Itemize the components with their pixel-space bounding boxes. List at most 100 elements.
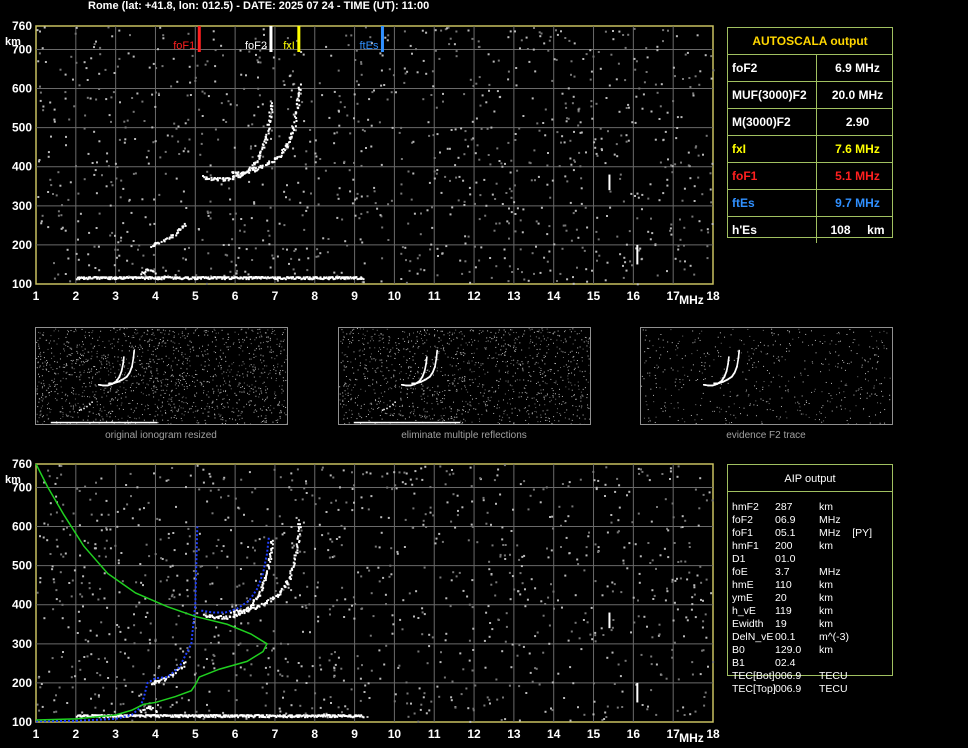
x-tick-label: 2 xyxy=(72,727,79,741)
autoscala-row-h-es: h'Es 108 km xyxy=(728,217,892,243)
aip-row: foE 3.7 MHz xyxy=(732,566,841,579)
aip-row: Ewidth 19 km xyxy=(732,618,833,631)
aip-param: foF2 xyxy=(732,514,754,526)
x-tick-label: 6 xyxy=(232,727,239,741)
aip-unit: TECU xyxy=(819,670,848,682)
x-tick-label: 16 xyxy=(627,727,641,741)
x-tick-label: 11 xyxy=(428,727,441,741)
autoscala-param: fxI xyxy=(728,136,817,162)
aip-unit: km xyxy=(819,540,833,552)
x-tick-label: 2 xyxy=(72,289,79,303)
x-tick-label: 10 xyxy=(388,289,402,303)
marker-label-fof2: foF2 xyxy=(245,40,267,52)
aip-row: hmF2 287 km xyxy=(732,501,833,514)
x-tick-label: 6 xyxy=(232,289,239,303)
aip-param: ymE xyxy=(732,592,753,604)
x-tick-label: 7 xyxy=(272,289,279,303)
aip-value: 01.0 xyxy=(775,553,796,565)
aip-value: 00.1 xyxy=(775,631,796,643)
thumbnail-multiple-reflections xyxy=(338,327,591,425)
aip-value: 19 xyxy=(775,618,787,630)
lower-ionogram-chart: 1 2 3 4 5 6 7 8 9 10 11 12 13 14 15 16 17 181002003004005… xyxy=(5,457,720,745)
x-tick-label: 13 xyxy=(507,727,521,741)
aip-value: 3.7 xyxy=(775,566,790,578)
x-tick-label: 8 xyxy=(311,289,318,303)
aip-title: AIP output xyxy=(728,465,892,492)
aip-param: hmF2 xyxy=(732,501,759,513)
x-tick-label: 12 xyxy=(467,727,481,741)
page-title: Rome (lat: +41.8, lon: 012.5) - DATE: 20… xyxy=(88,0,430,12)
autoscala-output-panel: AUTOSCALA output foF2 6.9 MHz MUF(3000)F2 2… xyxy=(727,27,893,243)
autoscala-value: 20.0 MHz xyxy=(831,88,884,102)
y-tick-label: 500 xyxy=(12,559,32,573)
aip-param: foE xyxy=(732,566,748,578)
x-tick-label: 18 xyxy=(706,727,720,741)
autoscala-row-m-3000-f2: M(3000)F2 2.90 xyxy=(728,109,892,136)
y-tick-label: 300 xyxy=(12,637,32,651)
aip-param: foF1 xyxy=(732,527,754,539)
aip-row: TEC[Bot]006.9 TECU xyxy=(732,670,848,683)
aip-unit: km xyxy=(819,644,833,656)
thumbnail-original xyxy=(35,327,288,425)
y-tick-label: 100 xyxy=(12,715,32,729)
autoscala-value: 6.9 MHz xyxy=(835,61,880,75)
x-tick-label: 1 xyxy=(33,289,40,303)
autoscala-value: 9.7 MHz xyxy=(835,196,880,210)
autoscala-param: MUF(3000)F2 xyxy=(728,82,817,108)
aip-value: 006.9 xyxy=(775,670,802,682)
marker-label-fof1: foF1 xyxy=(173,40,195,52)
x-tick-label: 18 xyxy=(706,289,720,303)
y-tick-label: 400 xyxy=(12,598,32,612)
x-tick-label: 4 xyxy=(152,727,159,741)
aip-value: 05.1 xyxy=(775,527,796,539)
autoscala-value: 5.1 MHz xyxy=(835,169,880,183)
thumbnail-f2-trace xyxy=(640,327,893,425)
x-tick-label: 3 xyxy=(112,727,119,741)
x-tick-label: 15 xyxy=(587,289,601,303)
x-tick-label: 16 xyxy=(627,289,641,303)
aip-param: DelN_vE xyxy=(732,631,774,643)
aip-param: TEC[Top] xyxy=(732,683,776,695)
x-tick-label: 11 xyxy=(428,289,441,303)
y-tick-label: 400 xyxy=(12,160,32,174)
x-tick-label: 9 xyxy=(351,727,358,741)
x-tick-label: 10 xyxy=(388,727,402,741)
aip-row: h_vE 119 km xyxy=(732,605,833,618)
y-tick-label: 760 xyxy=(12,457,32,471)
x-tick-label: 14 xyxy=(547,727,561,741)
aip-unit: km xyxy=(819,592,833,604)
y-tick-label: 500 xyxy=(12,121,32,135)
aip-row: DelN_vE 00.1 m^(-3) xyxy=(732,631,849,644)
aip-value: 200 xyxy=(775,540,793,552)
aip-unit: m^(-3) xyxy=(819,631,850,643)
autoscala-param: M(3000)F2 xyxy=(728,109,817,135)
marker-label-ftes: ftEs xyxy=(360,40,379,52)
upper-ionogram-chart: 1 2 3 4 5 6 7 8 9 10 11 12 13 14 15 16 17 181002003004005… xyxy=(5,19,720,307)
thumbnail-caption: evidence F2 trace xyxy=(726,430,806,441)
aip-unit: TECU xyxy=(819,683,848,695)
y-axis-label: km xyxy=(5,36,21,48)
aip-unit: MHz [PY] xyxy=(819,527,873,539)
autoscala-param: ftEs xyxy=(728,190,817,216)
x-tick-label: 9 xyxy=(351,289,358,303)
y-tick-label: 200 xyxy=(12,676,32,690)
aip-row: foF1 05.1 MHz [PY] xyxy=(732,527,872,540)
autoscala-param: foF2 xyxy=(728,55,817,81)
y-tick-label: 600 xyxy=(12,82,32,96)
aip-value: 06.9 xyxy=(775,514,796,526)
aip-row: B1 02.4 xyxy=(732,657,819,670)
aip-param: D1 xyxy=(732,553,746,565)
y-tick-label: 600 xyxy=(12,520,32,534)
aip-row: B0 129.0 km xyxy=(732,644,833,657)
x-tick-label: 1 xyxy=(33,727,40,741)
x-tick-label: 8 xyxy=(311,727,318,741)
marker-label-fxi: fxI xyxy=(283,40,295,52)
x-tick-label: 17 xyxy=(666,289,680,303)
y-tick-label: 200 xyxy=(12,238,32,252)
aip-row: TEC[Top]006.9 TECU xyxy=(732,683,848,696)
aip-unit: km xyxy=(819,579,833,591)
autoscala-row-fof2: foF2 6.9 MHz xyxy=(728,55,892,82)
x-tick-label: 15 xyxy=(587,727,601,741)
aip-value: 006.9 xyxy=(775,683,802,695)
aip-row: ymE 20 km xyxy=(732,592,833,605)
